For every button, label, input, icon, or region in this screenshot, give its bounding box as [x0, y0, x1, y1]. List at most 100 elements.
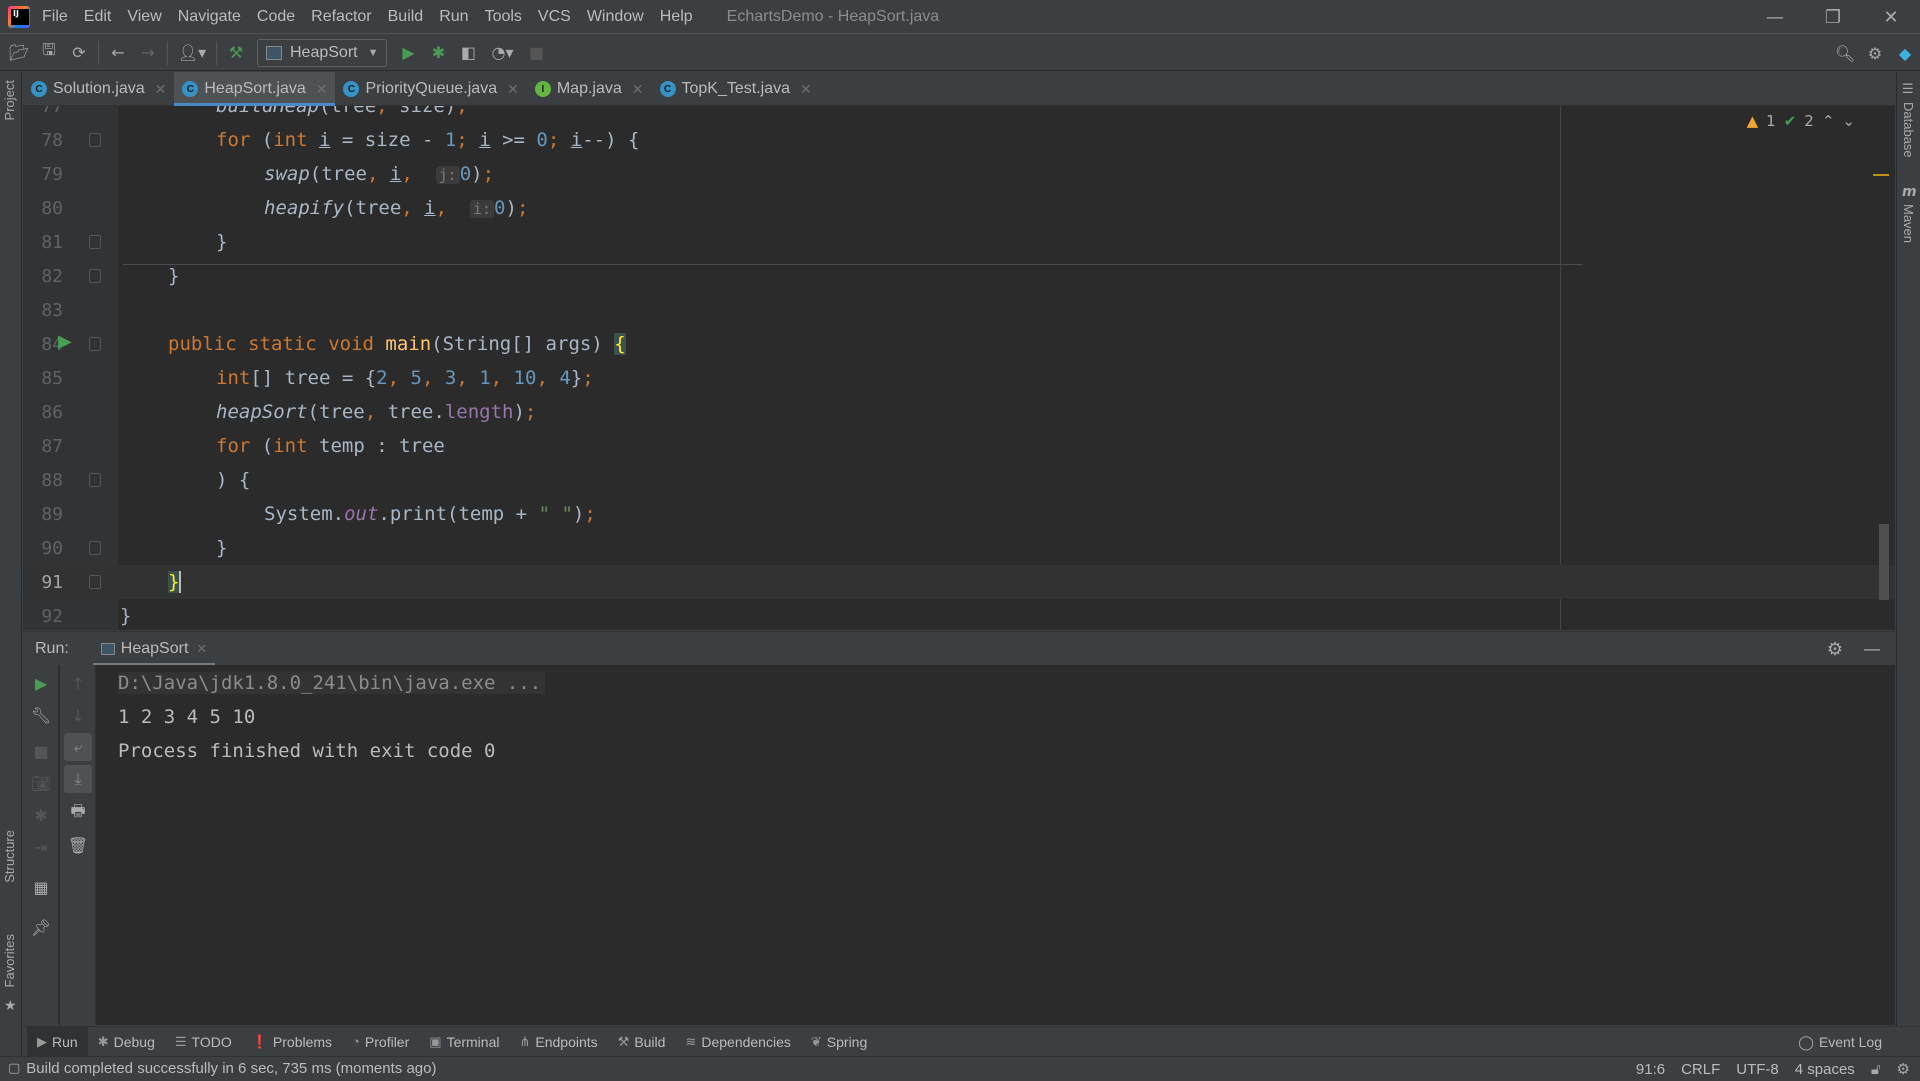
coverage-icon[interactable]: ◧	[453, 38, 483, 68]
stop-icon[interactable]: ■	[521, 38, 551, 68]
import-icon[interactable]: ⇥	[23, 833, 59, 861]
menu-refactor[interactable]: Refactor	[311, 8, 371, 26]
hide-panel-icon[interactable]: —	[1863, 639, 1881, 660]
maven-tool-tab[interactable]: Maven	[1901, 204, 1916, 243]
left-tool-strip: Project Structure Favorites ★	[0, 72, 22, 1056]
bottom-tab-profiler[interactable]: ◔ Profiler	[342, 1027, 419, 1057]
tab-priorityqueue[interactable]: C PriorityQueue.java ✕	[335, 72, 526, 106]
fold-marker-icon[interactable]	[89, 235, 101, 249]
bottom-tab-todo[interactable]: ☰ TODO	[165, 1027, 242, 1057]
clear-all-icon[interactable]: 🗑︎	[60, 831, 96, 859]
close-tab-icon[interactable]: ✕	[800, 81, 812, 98]
status-message[interactable]: Build completed successfully in 6 sec, 7…	[26, 1060, 436, 1077]
debug-restart-icon[interactable]: ✱	[23, 801, 59, 829]
tab-map[interactable]: I Map.java ✕	[527, 72, 652, 106]
bottom-tab-terminal[interactable]: ▣ Terminal	[419, 1027, 509, 1057]
menu-file[interactable]: File	[42, 8, 68, 26]
modify-config-icon[interactable]: 🔧︎	[23, 701, 59, 729]
profile-icon[interactable]: ◔▾	[483, 38, 521, 68]
camera-icon[interactable]: 📷︎	[23, 769, 59, 797]
tab-solution[interactable]: C Solution.java ✕	[23, 72, 174, 106]
run-tab-heapsort[interactable]: HeapSort ✕	[92, 632, 216, 666]
run-configuration-selector[interactable]: HeapSort ▼	[257, 38, 388, 67]
error-stripe-mark[interactable]	[1873, 174, 1889, 176]
run-icon[interactable]: ▶	[393, 38, 423, 68]
fold-marker-icon[interactable]	[89, 269, 101, 283]
bottom-tab-build[interactable]: ⚒ Build	[608, 1027, 676, 1057]
toggle-tool-windows-icon[interactable]: ▢	[8, 1061, 20, 1076]
stop-icon[interactable]: ■	[23, 737, 59, 765]
event-log-button[interactable]: ◯ Event Log	[1798, 1027, 1882, 1057]
unlock-icon[interactable]: 🔓︎	[1871, 1061, 1881, 1078]
bottom-tab-run[interactable]: ▶ Run	[27, 1026, 88, 1057]
settings-icon[interactable]: ⚙	[1860, 38, 1890, 68]
print-icon[interactable]: 🖶	[60, 799, 96, 827]
fold-marker-icon[interactable]	[89, 541, 101, 555]
menu-window[interactable]: Window	[587, 8, 644, 26]
line-separator[interactable]: CRLF	[1681, 1061, 1720, 1078]
open-icon[interactable]: 📂︎	[4, 38, 34, 68]
previous-highlight-icon[interactable]: ⌃	[1822, 112, 1835, 130]
settings-icon[interactable]: ⚙	[1827, 639, 1843, 660]
tab-heapsort[interactable]: C HeapSort.java ✕	[174, 72, 336, 106]
bottom-tab-problems[interactable]: ❗ Problems	[242, 1027, 342, 1057]
menu-edit[interactable]: Edit	[84, 8, 112, 26]
build-hammer-icon[interactable]: ⚒	[221, 38, 251, 68]
caret-position[interactable]: 91:6	[1636, 1061, 1665, 1078]
menu-view[interactable]: View	[127, 8, 161, 26]
structure-tool-tab[interactable]: Structure	[2, 830, 17, 883]
restore-button[interactable]: ❐	[1804, 0, 1862, 34]
close-tab-icon[interactable]: ✕	[196, 641, 207, 657]
menu-navigate[interactable]: Navigate	[178, 8, 241, 26]
layout-icon[interactable]: ▦	[23, 873, 59, 901]
database-tool-tab[interactable]: Database	[1901, 102, 1916, 158]
back-icon[interactable]: ←	[103, 38, 133, 68]
next-highlight-icon[interactable]: ⌄	[1842, 112, 1855, 130]
rerun-icon[interactable]: ▶	[23, 669, 59, 697]
indent-setting[interactable]: 4 spaces	[1795, 1061, 1855, 1078]
close-button[interactable]: ✕	[1862, 0, 1920, 34]
fold-marker-icon[interactable]	[89, 575, 101, 589]
menu-build[interactable]: Build	[388, 8, 424, 26]
sync-icon[interactable]: ⟳	[64, 38, 94, 68]
bottom-tab-label: Problems	[272, 1033, 333, 1050]
menu-help[interactable]: Help	[660, 8, 693, 26]
minimize-button[interactable]: —	[1746, 0, 1804, 34]
file-encoding[interactable]: UTF-8	[1736, 1061, 1779, 1078]
close-tab-icon[interactable]: ✕	[316, 81, 328, 98]
menu-vcs[interactable]: VCS	[538, 8, 571, 26]
debug-icon[interactable]: ✱	[423, 38, 453, 68]
console-command-line[interactable]: D:\Java\jdk1.8.0_241\bin\java.exe ...	[118, 672, 546, 694]
run-main-gutter-icon[interactable]: ▶	[58, 331, 72, 352]
toolbox-icon[interactable]: ◆	[1890, 38, 1920, 68]
tab-topk-test[interactable]: C TopK_Test.java ✕	[652, 72, 820, 106]
fold-marker-icon[interactable]	[89, 133, 101, 147]
favorites-tool-tab[interactable]: Favorites	[2, 934, 17, 987]
search-icon[interactable]: 🔍︎	[1830, 38, 1860, 68]
scroll-down-icon[interactable]: ↓	[60, 701, 96, 729]
soft-wrap-icon[interactable]: ⤶	[64, 733, 92, 761]
vcs-user-icon[interactable]: 👤︎▾	[172, 38, 212, 68]
forward-icon[interactable]: →	[133, 38, 163, 68]
inspection-widget[interactable]: ▲ 1 ✔ 2 ⌃ ⌄	[1747, 112, 1855, 130]
close-tab-icon[interactable]: ✕	[632, 81, 644, 98]
bottom-tab-endpoints[interactable]: ⋔ Endpoints	[509, 1027, 607, 1057]
close-tab-icon[interactable]: ✕	[507, 81, 519, 98]
fold-marker-icon[interactable]	[89, 473, 101, 487]
menu-run[interactable]: Run	[439, 8, 468, 26]
fold-marker-icon[interactable]	[89, 337, 101, 351]
menu-tools[interactable]: Tools	[485, 8, 522, 26]
pin-icon[interactable]: 📌︎	[23, 913, 59, 941]
bottom-tab-spring[interactable]: ❦ Spring	[801, 1027, 877, 1057]
code-editor[interactable]: 77 buildHeap(tree, size); 78 for (int i …	[23, 106, 1895, 630]
editor-scrollbar[interactable]	[1879, 524, 1889, 600]
scroll-to-end-icon[interactable]: ⤓	[64, 765, 92, 793]
save-icon[interactable]: 🖫	[34, 38, 64, 68]
menu-code[interactable]: Code	[257, 8, 295, 26]
inspection-profile-icon[interactable]: ⚙	[1897, 1060, 1910, 1078]
scroll-up-icon[interactable]: ↑	[60, 669, 96, 697]
bottom-tab-debug[interactable]: ✱ Debug	[88, 1027, 165, 1057]
close-tab-icon[interactable]: ✕	[155, 81, 167, 98]
project-tool-tab[interactable]: Project	[2, 80, 17, 120]
bottom-tab-dependencies[interactable]: ≋ Dependencies	[675, 1027, 800, 1057]
